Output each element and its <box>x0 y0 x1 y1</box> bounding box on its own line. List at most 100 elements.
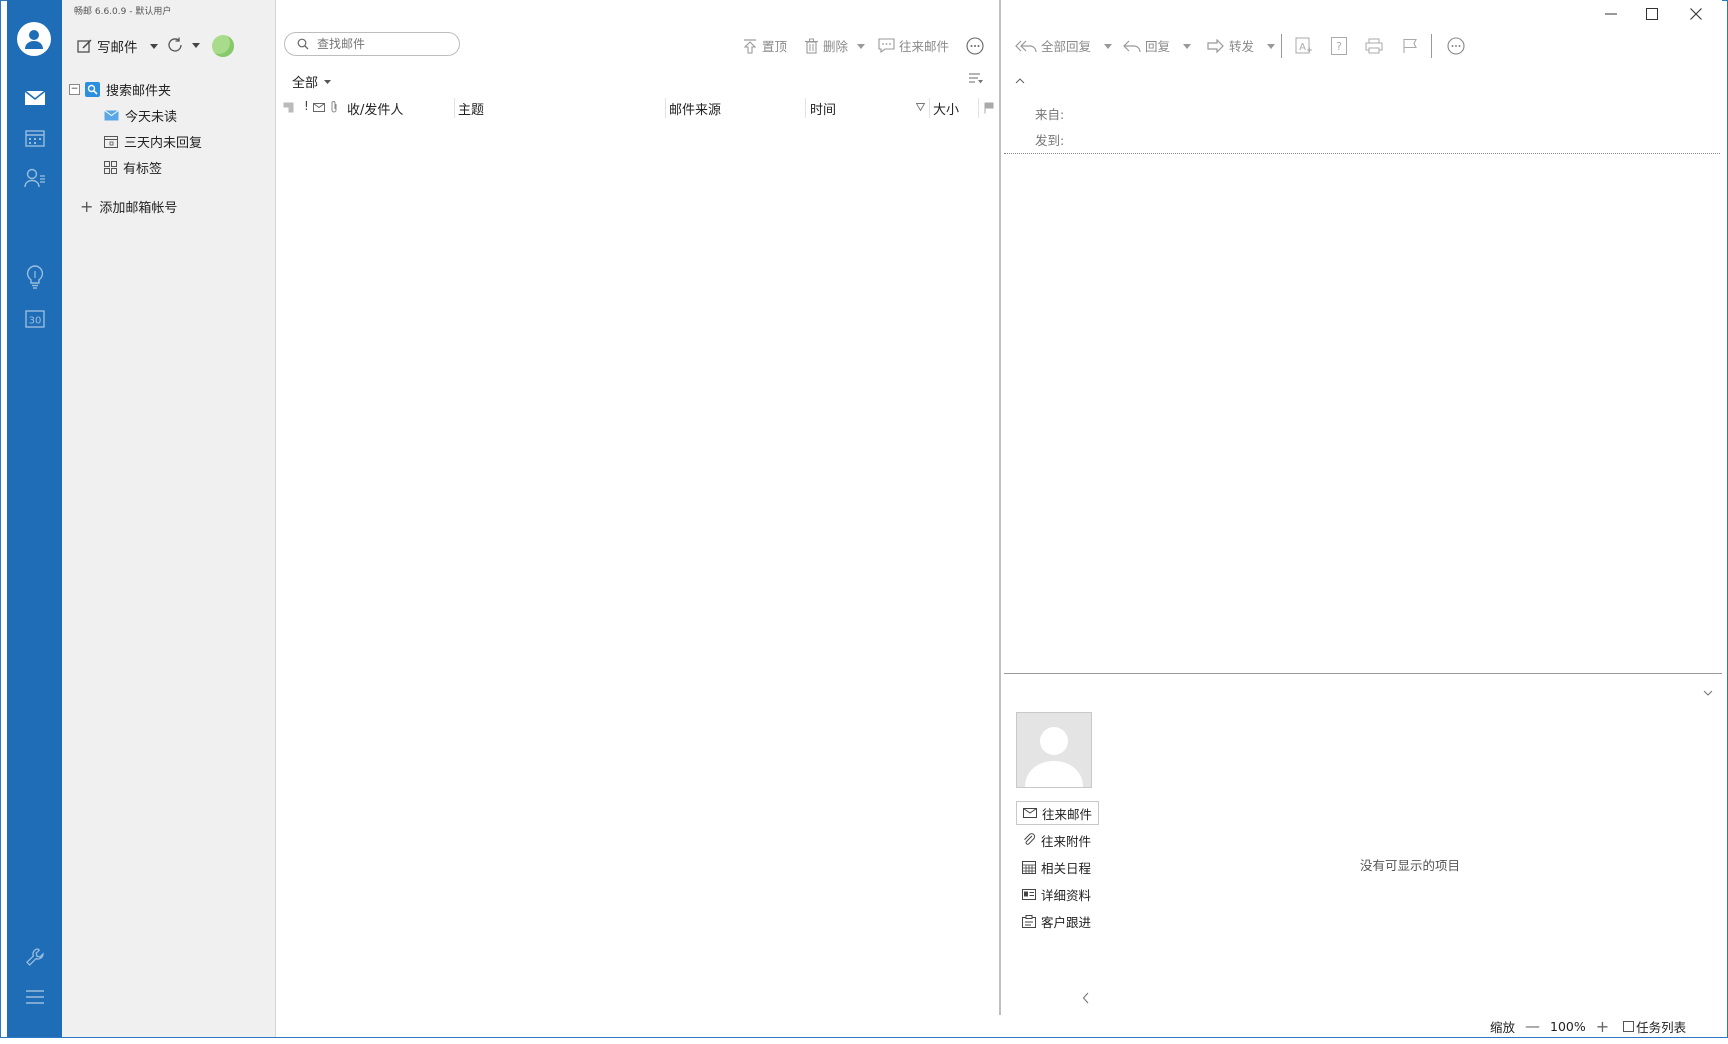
compose-button[interactable]: 写邮件 <box>77 36 160 56</box>
calendar-icon[interactable] <box>7 121 62 155</box>
maximize-button[interactable] <box>1637 2 1667 26</box>
side-link-details[interactable]: 详细资料 <box>1016 882 1097 906</box>
left-rail: 30 <box>7 0 62 1037</box>
column-divider <box>454 98 455 118</box>
close-button[interactable] <box>1681 2 1711 26</box>
tree-item-unreplied[interactable]: 三天内未回复 <box>104 132 202 151</box>
refresh-button[interactable] <box>166 36 202 54</box>
toolbar-divider <box>1281 34 1282 58</box>
column-sender[interactable]: 收/发件人 <box>347 99 403 118</box>
tree-item-label: 有标签 <box>123 162 163 177</box>
tree-root-search-folders[interactable]: 搜索邮件夹 <box>85 80 171 99</box>
reply-all-icon <box>1015 40 1037 52</box>
sort-desc-icon[interactable] <box>916 103 925 111</box>
flag-column-icon[interactable] <box>984 102 994 114</box>
font-size-icon[interactable]: A <box>1295 37 1313 55</box>
search-box[interactable] <box>284 32 460 56</box>
print-icon[interactable] <box>1365 38 1383 54</box>
mail-list-pane: 置顶 删除 往来邮件 全部 ! 收/发件人 主题 邮件来源 时间 大小 <box>276 0 1000 1015</box>
read-status-column-icon[interactable] <box>283 102 294 113</box>
forward-button[interactable]: 转发 <box>1207 36 1276 55</box>
caret-down-icon[interactable] <box>190 39 202 51</box>
task-list-checkbox[interactable] <box>1623 1020 1635 1032</box>
caret-down-icon[interactable] <box>856 41 866 51</box>
zoom-label: 缩放 <box>1490 1019 1516 1035</box>
avatar[interactable] <box>17 22 51 56</box>
side-link-attachments[interactable]: 往来附件 <box>1016 828 1097 852</box>
side-link-schedule[interactable]: 相关日程 <box>1016 855 1097 879</box>
sort-button[interactable] <box>968 72 984 86</box>
minimize-button[interactable] <box>1596 2 1626 26</box>
search-input[interactable] <box>315 36 449 52</box>
chevron-down-icon[interactable] <box>1703 689 1713 697</box>
task-list-toggle[interactable]: 任务列表 <box>1623 1017 1686 1036</box>
column-time[interactable]: 时间 <box>810 99 836 118</box>
trash-icon <box>805 38 818 54</box>
plus-icon: + <box>80 196 94 216</box>
tree-collapse-toggle[interactable]: − <box>69 84 80 95</box>
filter-label: 全部 <box>292 76 319 91</box>
zoom-out-button[interactable]: — <box>1525 1017 1540 1035</box>
empty-state-text: 没有可显示的项目 <box>1360 858 1461 873</box>
help-icon[interactable]: ? <box>1331 37 1347 55</box>
column-subject[interactable]: 主题 <box>458 99 484 118</box>
side-link-conversations[interactable]: 往来邮件 <box>1016 801 1100 825</box>
chat-bubble-icon <box>878 38 895 53</box>
tree-item-today-unread[interactable]: 今天未读 <box>104 106 177 125</box>
priority-column-icon[interactable]: ! <box>304 99 309 113</box>
column-size[interactable]: 大小 <box>933 99 959 118</box>
date-30-icon[interactable]: 30 <box>7 302 62 336</box>
caret-down-icon[interactable] <box>148 40 160 52</box>
more-button[interactable] <box>966 37 984 55</box>
close-icon <box>1690 8 1702 20</box>
filter-dropdown[interactable]: 全部 <box>292 72 332 91</box>
envelope-column-icon[interactable] <box>313 103 325 112</box>
side-link-label: 相关日程 <box>1041 860 1092 876</box>
caret-down-icon[interactable] <box>1182 41 1192 51</box>
task-list-label: 任务列表 <box>1636 1019 1687 1035</box>
add-account-button[interactable]: + 添加邮箱帐号 <box>80 197 177 216</box>
wrench-icon[interactable] <box>7 940 62 974</box>
reply-button[interactable]: 回复 <box>1123 36 1192 55</box>
paperclip-column-icon[interactable] <box>330 100 338 114</box>
zoom-in-button[interactable]: + <box>1596 1017 1609 1036</box>
mail-icon[interactable] <box>7 81 62 115</box>
minimize-icon <box>1605 13 1617 15</box>
delete-button[interactable]: 删除 <box>804 36 866 55</box>
chevron-left-icon[interactable] <box>1082 992 1090 1004</box>
pin-button[interactable]: 置顶 <box>742 36 787 55</box>
delete-label: 删除 <box>823 39 849 54</box>
pin-label: 置顶 <box>762 39 788 54</box>
calendar-small-icon <box>1022 860 1036 874</box>
caret-down-icon[interactable] <box>1266 41 1276 51</box>
tree-item-label: 三天内未回复 <box>124 136 203 151</box>
side-link-label: 往来邮件 <box>1042 806 1093 822</box>
status-indicator[interactable] <box>212 35 234 57</box>
header-divider <box>1004 153 1720 154</box>
contacts-icon[interactable] <box>7 161 62 195</box>
conversation-button[interactable]: 往来邮件 <box>878 36 949 55</box>
contact-avatar <box>1016 712 1092 788</box>
caret-down-icon[interactable] <box>1103 41 1113 51</box>
compose-icon <box>77 39 92 53</box>
menu-icon[interactable] <box>7 980 62 1014</box>
column-divider <box>665 98 666 118</box>
collapse-header-icon[interactable] <box>1015 77 1025 85</box>
reply-all-label: 全部回复 <box>1041 39 1092 54</box>
caret-down-icon <box>324 80 332 84</box>
status-bar: 缩放 — 100% + 任务列表 <box>1450 1015 1722 1037</box>
column-divider <box>978 98 979 118</box>
flag-icon[interactable] <box>1402 38 1418 54</box>
svg-text:?: ? <box>1336 40 1342 53</box>
conversation-label: 往来邮件 <box>899 39 950 54</box>
id-card-icon <box>1022 888 1036 900</box>
reading-pane: 全部回复 回复 转发 A ? 来自: 发到: 往来邮件 往来附件 相关日程 详细… <box>1001 0 1722 1015</box>
more-icon[interactable] <box>1447 37 1465 55</box>
side-link-customer-followup[interactable]: 客户跟进 <box>1016 909 1097 933</box>
tree-item-tagged[interactable]: 有标签 <box>104 158 162 177</box>
column-source[interactable]: 邮件来源 <box>669 99 721 118</box>
reply-all-button[interactable]: 全部回复 <box>1015 36 1113 55</box>
lightbulb-icon[interactable] <box>7 260 62 294</box>
contact-panel-divider[interactable] <box>1004 673 1722 674</box>
tree-root-label: 搜索邮件夹 <box>106 84 172 99</box>
